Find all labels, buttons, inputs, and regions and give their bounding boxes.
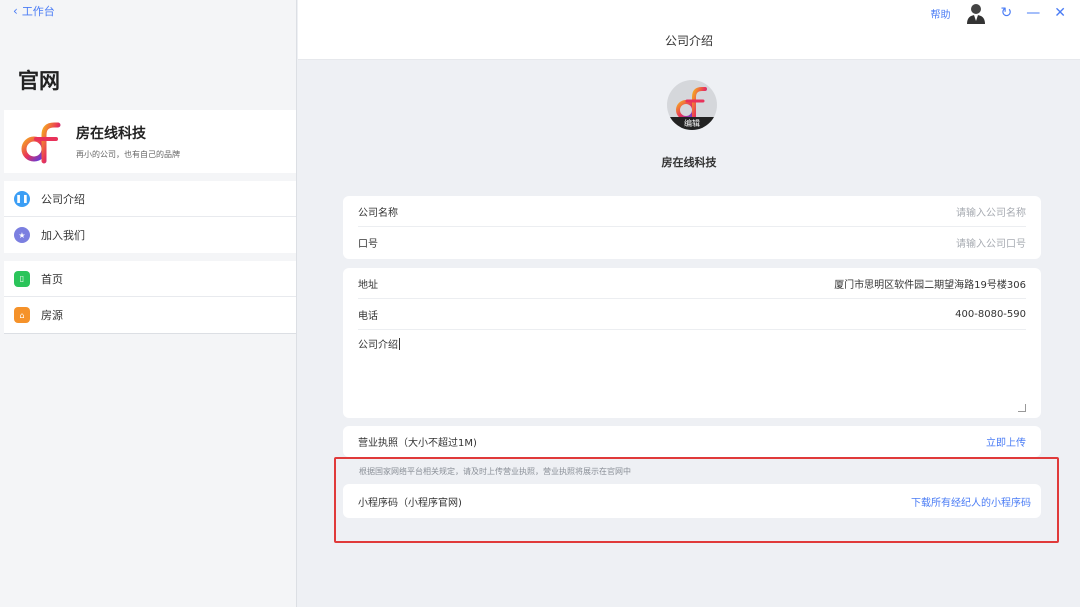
sidebar-item-join-us[interactable]: ★ 加入我们 (4, 217, 296, 253)
brand-slogan: 再小的公司，也有自己的品牌 (76, 150, 180, 159)
company-intro-textarea[interactable]: 公司介绍 (358, 330, 1026, 416)
edit-logo-button[interactable]: 编辑 (667, 117, 717, 130)
pause-circle-icon: ❚❚ (14, 190, 30, 207)
sidebar-title: 官网 (18, 69, 60, 93)
company-name: 房在线科技 (661, 156, 717, 169)
sidebar-item-label: 公司介绍 (41, 192, 85, 206)
company-name-input[interactable]: 请输入公司名称 (956, 204, 1026, 219)
brand-card: 房在线科技 再小的公司，也有自己的品牌 (4, 110, 296, 173)
sidebar: ‹ 工作台 官网 房在线科技 再小的公司，也有自己的品牌 ❚❚ 公司介绍 ★ 加… (0, 0, 297, 607)
menu-group-site: ▯ 首页 ⌂ 房源 (4, 261, 296, 334)
license-label: 营业执照（大小不超过1M) (358, 438, 477, 449)
sidebar-item-label: 房源 (41, 309, 63, 322)
refresh-icon[interactable]: ↻ (1001, 3, 1013, 23)
download-qrcodes-button[interactable]: 下载所有经纪人的小程序码 (911, 494, 1031, 509)
license-notice: 根据国家网络平台相关规定，请及时上传营业执照，营业执照将展示在官网中 (359, 467, 631, 476)
slogan-row[interactable]: 口号 请输入公司口号 (358, 227, 1026, 258)
close-icon[interactable]: ✕ (1054, 3, 1066, 23)
qrcode-row: 小程序码（小程序官网) 下载所有经纪人的小程序码 (358, 484, 1031, 518)
sidebar-item-label: 加入我们 (41, 229, 85, 242)
license-row: 营业执照（大小不超过1M) 立即上传 (358, 426, 1026, 457)
back-to-workbench-link[interactable]: ‹ 工作台 (13, 3, 55, 19)
upload-license-button[interactable]: 立即上传 (986, 434, 1026, 449)
company-name-label: 公司名称 (358, 207, 398, 219)
company-name-row[interactable]: 公司名称 请输入公司名称 (358, 196, 1026, 227)
phone-input[interactable]: 400-8080-590 (955, 309, 1026, 320)
basic-info-card: 公司名称 请输入公司名称 口号 请输入公司口号 (343, 196, 1041, 259)
phone-label: 电话 (358, 310, 378, 322)
sidebar-item-label: 首页 (41, 272, 63, 286)
top-bar: 公司介绍 帮助 ↻ — ✕ (298, 0, 1080, 60)
qrcode-card: 小程序码（小程序官网) 下载所有经纪人的小程序码 (343, 484, 1041, 518)
sidebar-item-home[interactable]: ▯ 首页 (4, 261, 296, 297)
qrcode-label: 小程序码（小程序官网) (358, 497, 462, 509)
page-title: 公司介绍 (664, 34, 713, 48)
minimize-icon[interactable]: — (1026, 3, 1040, 23)
slogan-label: 口号 (358, 239, 378, 250)
company-logo[interactable]: 编辑 (667, 80, 717, 130)
brand-name: 房在线科技 (76, 126, 146, 142)
phone-icon: ▯ (14, 270, 30, 287)
brand-logo-icon (21, 122, 61, 163)
license-card: 营业执照（大小不超过1M) 立即上传 (343, 426, 1041, 457)
main-panel: 公司介绍 帮助 ↻ — ✕ 编辑 房在线科技 公司名称 请输入公司名称 口号 请… (298, 0, 1080, 607)
sidebar-item-company-intro[interactable]: ❚❚ 公司介绍 (4, 181, 296, 217)
text-caret (399, 338, 400, 350)
sidebar-item-listings[interactable]: ⌂ 房源 (4, 297, 296, 333)
phone-row[interactable]: 电话 400-8080-590 (358, 299, 1026, 330)
star-circle-icon: ★ (14, 227, 30, 243)
company-intro-label: 公司介绍 (358, 340, 398, 351)
resize-handle-icon[interactable] (1018, 404, 1026, 412)
address-input[interactable]: 厦门市思明区软件园二期望海路19号楼306 (834, 276, 1026, 291)
help-link[interactable]: 帮助 (931, 6, 951, 21)
contact-info-card: 地址 厦门市思明区软件园二期望海路19号楼306 电话 400-8080-590… (343, 268, 1041, 418)
back-label: 工作台 (21, 5, 55, 18)
window-actions: 帮助 ↻ — ✕ (931, 2, 1066, 24)
menu-group-about: ❚❚ 公司介绍 ★ 加入我们 (4, 181, 296, 253)
address-label: 地址 (358, 279, 378, 291)
user-avatar[interactable] (965, 2, 987, 24)
address-row[interactable]: 地址 厦门市思明区软件园二期望海路19号楼306 (358, 268, 1026, 299)
home-icon: ⌂ (14, 307, 30, 323)
chevron-left-icon: ‹ (13, 4, 18, 18)
slogan-input[interactable]: 请输入公司口号 (956, 235, 1026, 250)
